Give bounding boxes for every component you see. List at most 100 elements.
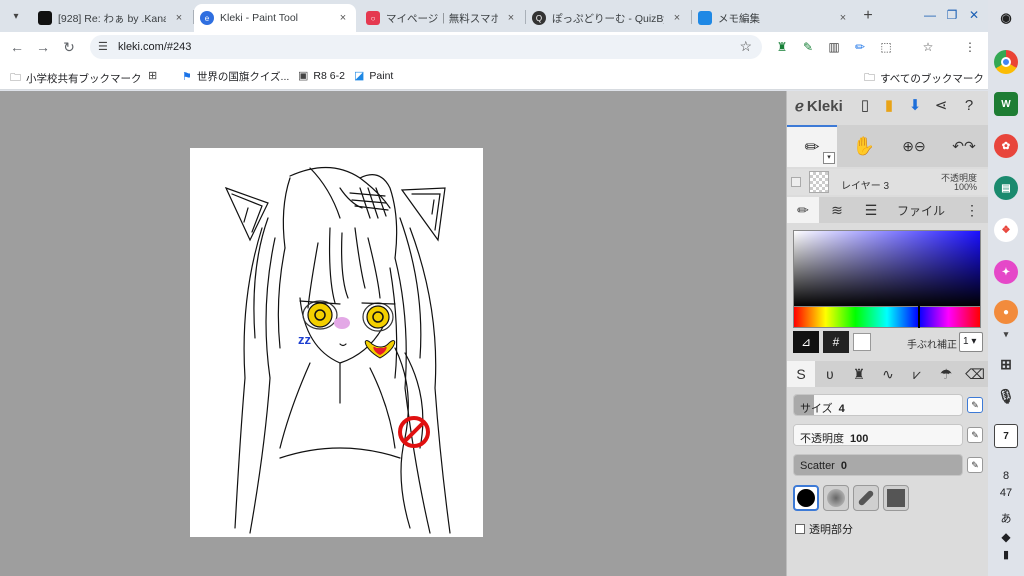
minimize-icon[interactable]: — xyxy=(920,6,940,24)
undo-redo-tool[interactable]: ↶↷ xyxy=(939,125,989,167)
canvas-workspace[interactable]: zz xyxy=(0,91,786,576)
tab-adjust[interactable]: ☰ xyxy=(855,197,887,223)
tab-layers[interactable]: ≋ xyxy=(821,197,853,223)
extension-pen-icon[interactable]: ✎ xyxy=(800,39,816,55)
layer-visible-checkbox[interactable] xyxy=(791,177,801,187)
ime-indicator[interactable]: あ xyxy=(988,510,1024,526)
battery-icon[interactable]: ▮ xyxy=(988,548,1024,561)
back-icon[interactable]: ← xyxy=(8,38,26,56)
bookmark-item[interactable]: 🗀 小学校共有ブックマーク xyxy=(10,69,142,88)
open-folder-icon[interactable]: ▮ xyxy=(879,96,899,116)
wifi-icon[interactable]: ◆ xyxy=(988,530,1024,544)
kleki-logo[interactable]: ℯ Kleki xyxy=(795,97,843,116)
tab-3[interactable]: Q ぽっぷどりーむ - QuizBy × xyxy=(526,4,690,32)
address-bar[interactable]: ☰ kleki.com/#243 ☆ xyxy=(90,35,762,59)
lock-alpha-toggle[interactable]: 透明部分 xyxy=(795,521,853,537)
bookmarks-icon[interactable]: ☆ xyxy=(920,39,936,55)
brush-types: S ʋ ♜ ∿ ⩗ ☂ ⌫ xyxy=(787,361,989,387)
eraser-brush[interactable]: ⌫ xyxy=(961,361,989,387)
extension-pencil-icon[interactable]: ✏ xyxy=(852,39,868,55)
blend-brush[interactable]: ʋ xyxy=(816,361,844,387)
bookmark-item[interactable]: ⚑ 世界の国旗クイズ... xyxy=(182,69,289,84)
tote-icon[interactable]: ⊞ xyxy=(994,352,1018,376)
smudge-brush[interactable]: ☂ xyxy=(932,361,960,387)
new-image-icon[interactable]: ▯ xyxy=(855,96,875,116)
chrome-icon[interactable] xyxy=(994,50,1018,74)
drawing-canvas[interactable]: zz xyxy=(190,148,483,537)
brush-shape-square[interactable] xyxy=(883,485,909,511)
download-icon[interactable]: ⬇ xyxy=(905,96,925,116)
svg-text:zz: zz xyxy=(298,332,312,347)
share-icon[interactable]: ⋖ xyxy=(931,96,951,116)
tab-1[interactable]: e Kleki - Paint Tool × xyxy=(194,4,356,32)
bookmark-item[interactable]: ▣ R8 6-2 xyxy=(298,69,345,83)
help-icon[interactable]: ? xyxy=(959,96,979,116)
browser-toolbar: ← → ↻ ☰ kleki.com/#243 ☆ ♜ ✎ ▥ ✏ ⬚ ☆ ⋮ xyxy=(0,32,988,62)
brush-shape-round[interactable] xyxy=(793,485,819,511)
mic-icon[interactable]: 🎙 xyxy=(994,384,1018,408)
bookmark-star-icon[interactable]: ☆ xyxy=(739,38,752,55)
tab-2[interactable]: ○ マイページ｜無料スマホ × xyxy=(360,4,524,32)
app-pink-icon[interactable]: ✦ xyxy=(994,260,1018,284)
palette-app-icon[interactable]: ✿ xyxy=(994,134,1018,158)
shelf-more-icon[interactable]: ▾ xyxy=(994,322,1018,346)
lock-alpha-checkbox[interactable] xyxy=(795,524,805,534)
color-swatch[interactable] xyxy=(853,333,871,351)
tab-brush[interactable]: ✏ xyxy=(787,197,819,223)
eyedropper-icon[interactable]: ⊿ xyxy=(793,331,819,353)
layer-row[interactable]: レイヤー 3 不透明度 100% xyxy=(787,169,989,195)
app-w-icon[interactable]: W xyxy=(994,92,1018,116)
record-icon[interactable]: ◉ xyxy=(994,6,1018,30)
scatter-slider[interactable]: Scatter 0 xyxy=(793,454,963,476)
brush-shape-chisel[interactable] xyxy=(853,485,879,511)
close-icon[interactable]: × xyxy=(336,12,350,24)
pen-brush[interactable]: S xyxy=(787,361,815,387)
hue-slider[interactable] xyxy=(793,306,981,328)
size-pressure-icon[interactable]: ✎ xyxy=(967,397,983,413)
close-icon[interactable]: × xyxy=(670,12,684,24)
scatter-pressure-icon[interactable]: ✎ xyxy=(967,457,983,473)
close-icon[interactable]: × xyxy=(836,12,850,24)
sketchy-brush[interactable]: ♜ xyxy=(845,361,873,387)
tab-file[interactable]: ファイル xyxy=(889,197,953,223)
pixel-brush[interactable]: ∿ xyxy=(874,361,902,387)
zoom-tool[interactable]: ⊕⊖ xyxy=(891,125,937,167)
pixel-brush-icon: ∿ xyxy=(882,365,894,382)
hex-input-button[interactable]: # xyxy=(823,331,849,353)
reader-icon[interactable]: ▥ xyxy=(826,39,842,55)
calendar-icon[interactable]: 7 xyxy=(994,424,1018,448)
tab-0[interactable]: [928] Re: わぁ by .Kanau - × xyxy=(32,4,192,32)
apps-button[interactable]: ⊞ xyxy=(148,69,157,82)
close-window-icon[interactable]: ✕ xyxy=(964,6,984,24)
brush-dropdown-icon[interactable]: ▾ xyxy=(823,152,835,164)
site-info-icon[interactable]: ☰ xyxy=(98,40,108,53)
tab-search-button[interactable]: ▾ xyxy=(6,6,26,26)
brush-shape-soft[interactable] xyxy=(823,485,849,511)
menu-icon[interactable]: ⋮ xyxy=(962,39,978,55)
chemy-brush[interactable]: ⩗ xyxy=(903,361,931,387)
bookmark-item[interactable]: ◪ Paint xyxy=(354,69,393,83)
close-icon[interactable]: × xyxy=(172,12,186,24)
hand-tool[interactable]: ✋ xyxy=(839,125,889,167)
classroom-icon[interactable]: ▤ xyxy=(994,176,1018,200)
tab-more[interactable]: ⋮ xyxy=(957,197,987,223)
opacity-pressure-icon[interactable]: ✎ xyxy=(967,427,983,443)
stabilizer-select[interactable]: 1 ▾ xyxy=(959,332,983,352)
extensions-puzzle-icon[interactable]: ⬚ xyxy=(878,39,894,55)
forward-icon[interactable]: → xyxy=(34,38,52,56)
figma-icon[interactable]: ❖ xyxy=(994,218,1018,242)
bookmark-label: 世界の国旗クイズ... xyxy=(196,71,290,83)
reload-icon[interactable]: ↻ xyxy=(60,38,78,56)
color-saturation-picker[interactable] xyxy=(793,230,981,308)
hue-slider-handle[interactable] xyxy=(918,306,920,328)
new-tab-button[interactable]: + xyxy=(858,6,878,26)
close-icon[interactable]: × xyxy=(504,12,518,24)
opacity-slider[interactable]: 不透明度 100 xyxy=(793,424,963,446)
tab-title: ぽっぷどりーむ - QuizBy xyxy=(552,12,664,25)
restore-icon[interactable]: ❐ xyxy=(942,6,962,24)
extension-icon[interactable]: ♜ xyxy=(774,39,790,55)
size-slider[interactable]: サイズ 4 xyxy=(793,394,963,416)
all-bookmarks[interactable]: 🗀 すべてのブックマーク xyxy=(864,69,984,88)
app-orange-icon[interactable]: ● xyxy=(994,300,1018,324)
tab-4[interactable]: メモ編集 × xyxy=(692,4,856,32)
